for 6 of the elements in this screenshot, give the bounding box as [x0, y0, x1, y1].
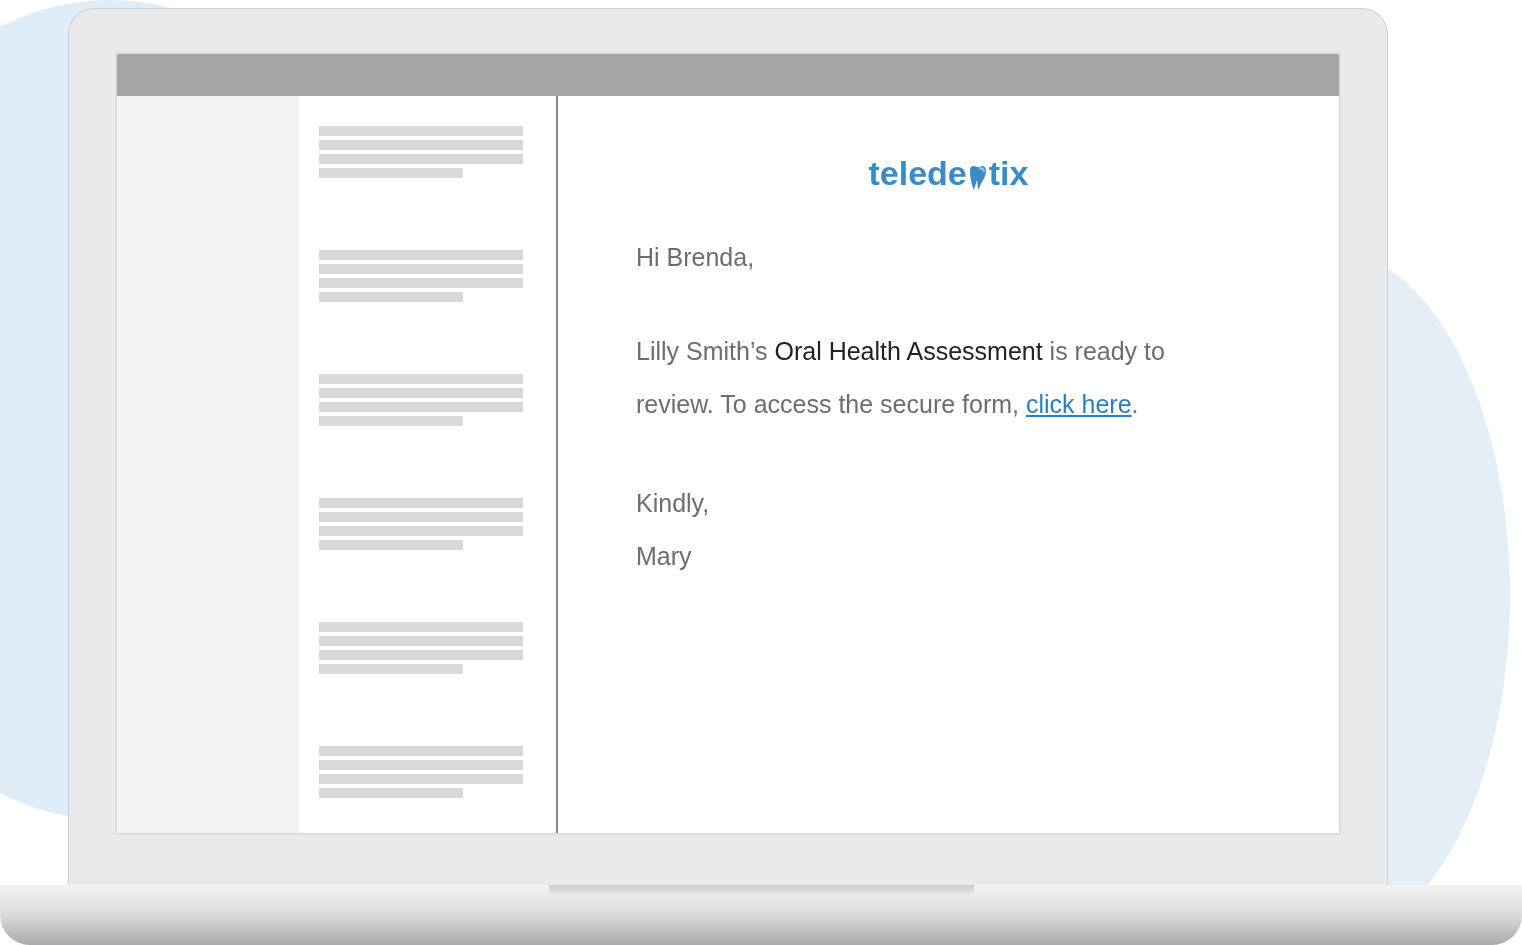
email-body: Lilly Smith’s Oral Health Assessment is ready to review. To access the secure form, click here.: [636, 336, 1166, 420]
signature: Mary: [636, 541, 693, 572]
click-here-link[interactable]: click here: [1026, 390, 1132, 418]
greeting: Hi Brenda,: [636, 243, 756, 272]
closing: Kindly,: [636, 488, 711, 519]
logo: telede tix: [868, 154, 1029, 193]
